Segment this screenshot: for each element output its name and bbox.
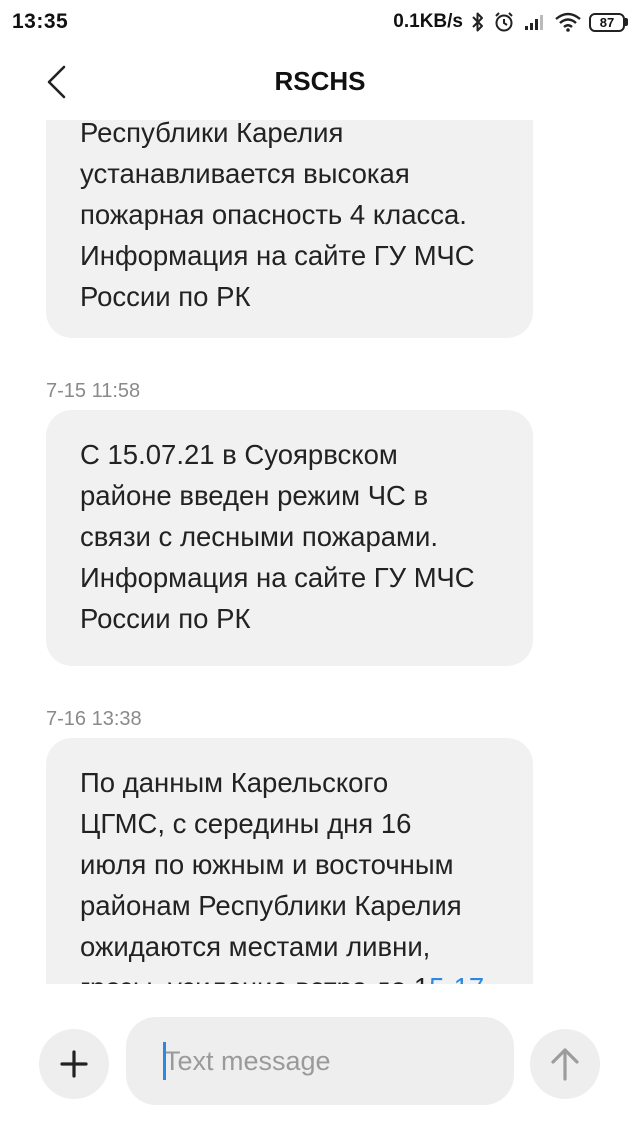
wifi-icon (555, 12, 581, 32)
message-timestamp: 7-16 13:38 (46, 708, 142, 730)
battery-cap (625, 18, 628, 26)
attach-button[interactable] (39, 1029, 109, 1099)
status-bar: 13:35 0.1KB/s 87 (0, 0, 640, 44)
composer-bar (0, 1000, 640, 1138)
send-button[interactable] (530, 1029, 600, 1099)
message-bubble[interactable]: Республики Карелия устанавливается высок… (46, 120, 533, 338)
message-list[interactable]: Республики Карелия устанавливается высок… (0, 120, 640, 984)
battery-level: 87 (589, 12, 625, 32)
status-icons: 0.1KB/s 87 (393, 8, 628, 36)
alarm-icon (495, 12, 513, 32)
message-timestamp: 7-15 11:58 (46, 380, 141, 402)
battery-icon: 87 (589, 12, 628, 32)
message-text-cut: грозы, усиление ветра до 1 (80, 972, 429, 984)
message-text: С 15.07.21 в Суоярвском районе введен ре… (80, 439, 475, 634)
message-bubble[interactable]: По данным Карельского ЦГМС, с середины д… (46, 738, 533, 984)
message-input[interactable] (126, 1017, 514, 1105)
status-time: 13:35 (12, 10, 69, 33)
message-link[interactable]: 5-17 (429, 972, 484, 984)
arrow-up-icon (551, 1048, 579, 1081)
bluetooth-icon (472, 12, 483, 32)
signal-icon (525, 15, 543, 30)
conversation-header: RSCHS (0, 44, 640, 120)
network-speed: 0.1KB/s (393, 11, 463, 32)
message-text: По данным Карельского ЦГМС, с середины д… (80, 767, 462, 962)
message-text: Республики Карелия устанавливается высок… (80, 120, 475, 312)
plus-icon (60, 1050, 88, 1078)
contact-name: RSCHS (274, 66, 366, 96)
message-bubble[interactable]: С 15.07.21 в Суоярвском районе введен ре… (46, 410, 533, 666)
text-cursor (163, 1042, 166, 1080)
message-text-continued: грозы, усиление ветра до 15-17 (80, 967, 503, 984)
